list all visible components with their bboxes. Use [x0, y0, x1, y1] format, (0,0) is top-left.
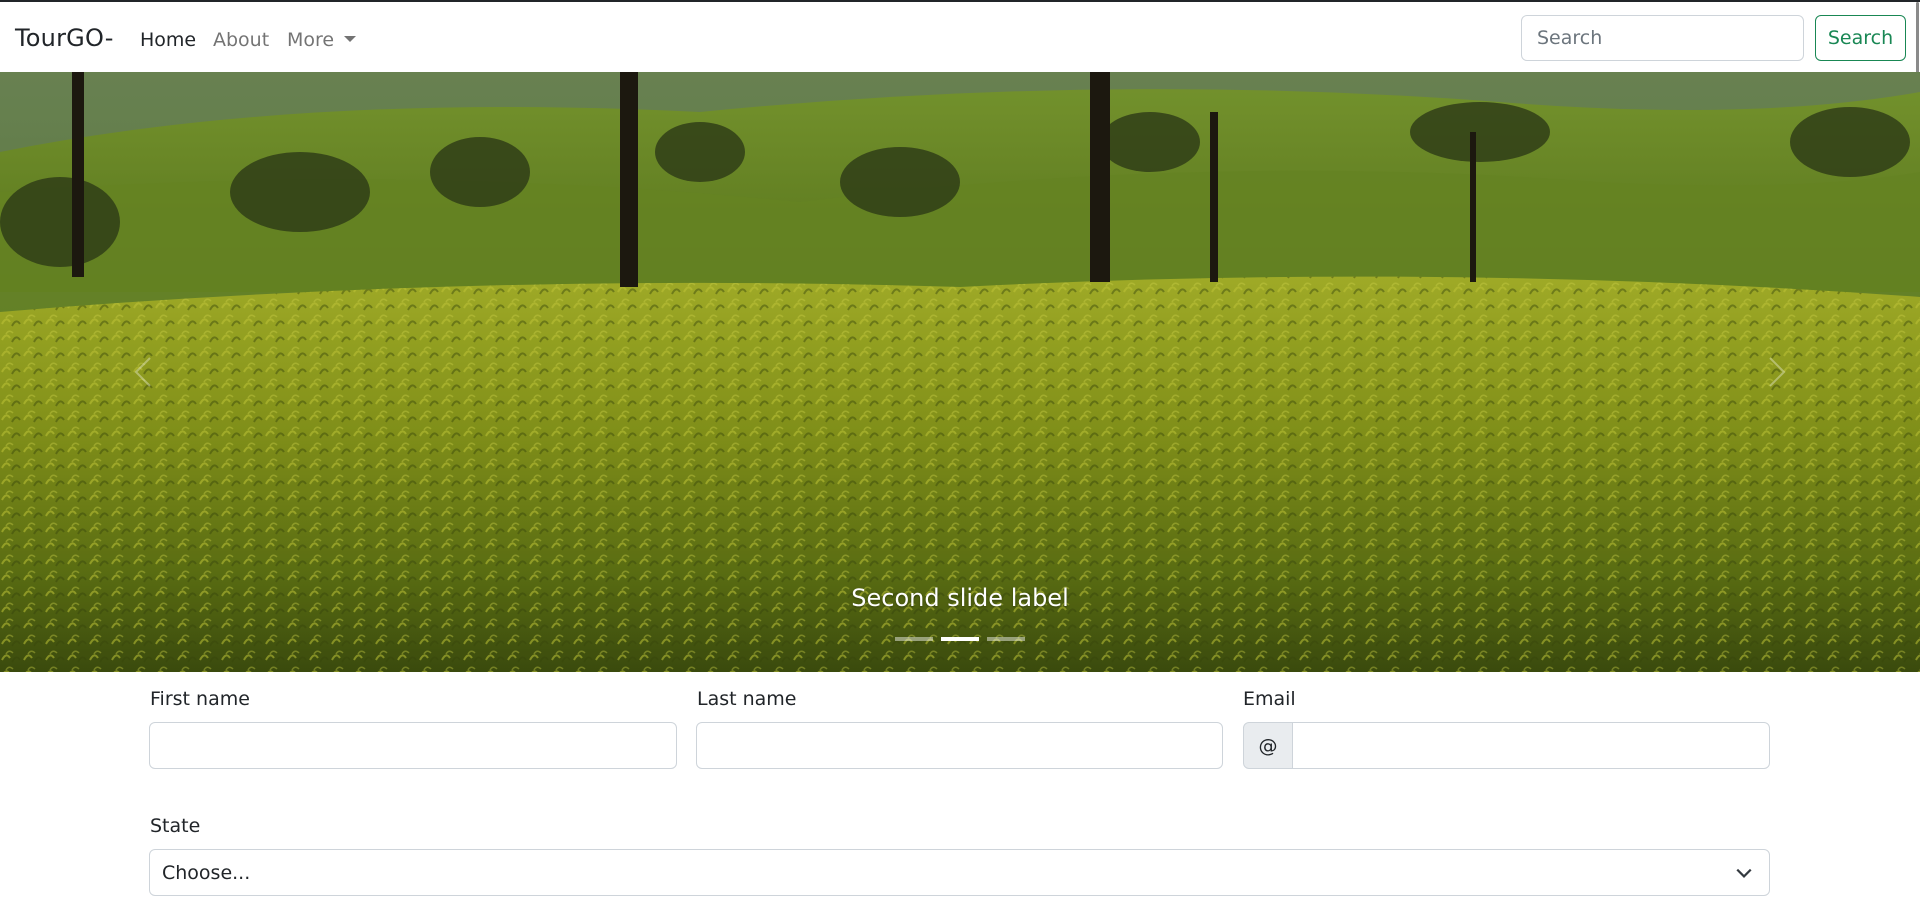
state-select-value: Choose... [162, 861, 251, 884]
last-name-input[interactable] [696, 722, 1223, 769]
chevron-down-icon [1736, 868, 1752, 878]
state-select[interactable]: Choose... [149, 849, 1770, 896]
navbar: TourGO- Home About More Search [0, 2, 1920, 72]
carousel-prev-control[interactable] [124, 352, 164, 392]
hero-carousel: Second slide label [0, 72, 1920, 672]
email-input[interactable] [1292, 722, 1770, 769]
chevron-right-icon [1769, 357, 1786, 387]
email-at-prefix: @ [1243, 722, 1293, 769]
search-input[interactable] [1521, 15, 1804, 61]
carousel-next-control[interactable] [1756, 352, 1796, 392]
email-label: Email [1243, 688, 1296, 710]
tea-plantation-image [0, 72, 1920, 672]
nav-more-label: More [287, 29, 335, 51]
nav-about-link[interactable]: About [213, 29, 269, 51]
chevron-down-icon [344, 36, 357, 42]
search-button[interactable]: Search [1815, 15, 1906, 61]
last-name-label: Last name [697, 688, 797, 710]
first-name-label: First name [150, 688, 250, 710]
carousel-caption: Second slide label [851, 584, 1069, 612]
carousel-indicator-2[interactable] [941, 637, 979, 641]
carousel-indicator-1[interactable] [895, 637, 933, 641]
nav-home-link[interactable]: Home [140, 29, 196, 51]
carousel-indicators [0, 637, 1920, 641]
state-label: State [150, 815, 201, 837]
brand-logo[interactable]: TourGO- [15, 24, 114, 52]
first-name-input[interactable] [149, 722, 677, 769]
nav-more-dropdown[interactable]: More [287, 29, 357, 51]
chevron-left-icon [134, 357, 151, 387]
carousel-indicator-3[interactable] [987, 637, 1025, 641]
